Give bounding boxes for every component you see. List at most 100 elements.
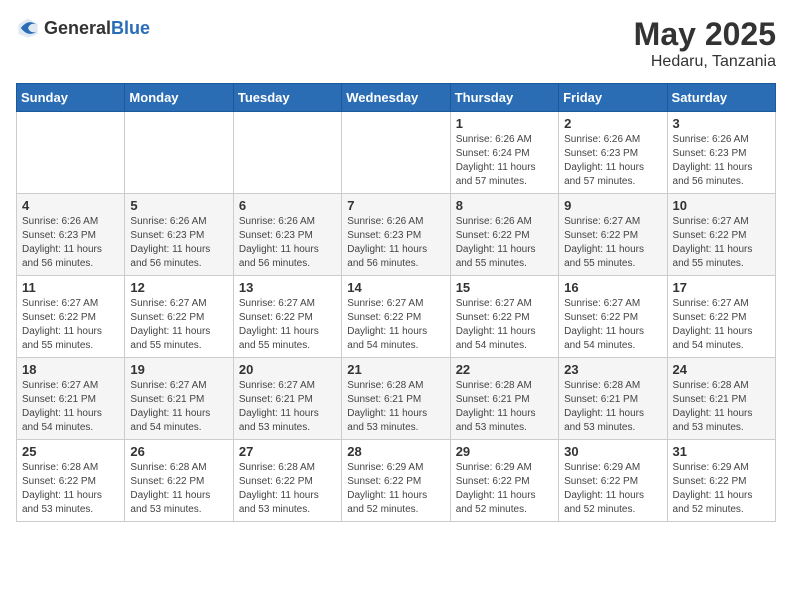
- calendar-cell: 21 Sunrise: 6:28 AM Sunset: 6:21 PM Dayli…: [342, 358, 450, 440]
- day-info: Sunrise: 6:29 AM Sunset: 6:22 PM Dayligh…: [564, 461, 661, 517]
- calendar-cell: 5 Sunrise: 6:26 AM Sunset: 6:23 PM Daylig…: [125, 194, 233, 276]
- calendar-cell: 15 Sunrise: 6:27 AM Sunset: 6:22 PM Dayli…: [450, 276, 558, 358]
- day-info: Sunrise: 6:27 AM Sunset: 6:22 PM Dayligh…: [239, 297, 336, 353]
- day-number: 27: [239, 444, 336, 459]
- day-number: 1: [456, 116, 553, 131]
- day-number: 12: [130, 280, 227, 295]
- day-info: Sunrise: 6:29 AM Sunset: 6:22 PM Dayligh…: [456, 461, 553, 517]
- calendar-cell: 16 Sunrise: 6:27 AM Sunset: 6:22 PM Dayli…: [559, 276, 667, 358]
- day-info: Sunrise: 6:26 AM Sunset: 6:24 PM Dayligh…: [456, 133, 553, 189]
- day-info: Sunrise: 6:27 AM Sunset: 6:22 PM Dayligh…: [456, 297, 553, 353]
- day-number: 6: [239, 198, 336, 213]
- calendar-cell: 19Sunrise: 6:27 AM Sunset: 6:21 PM Dayli…: [125, 358, 233, 440]
- logo-icon: [16, 16, 40, 40]
- day-info: Sunrise: 6:26 AM Sunset: 6:22 PM Dayligh…: [456, 215, 553, 271]
- calendar-cell: 18Sunrise: 6:27 AM Sunset: 6:21 PM Dayli…: [17, 358, 125, 440]
- day-info: Sunrise: 6:29 AM Sunset: 6:22 PM Dayligh…: [673, 461, 770, 517]
- day-info: Sunrise: 6:27 AM Sunset: 6:21 PM Dayligh…: [130, 379, 227, 435]
- calendar-week-5: 25Sunrise: 6:28 AM Sunset: 6:22 PM Dayli…: [17, 440, 776, 522]
- day-number: 13: [239, 280, 336, 295]
- day-number: 26: [130, 444, 227, 459]
- day-info: Sunrise: 6:29 AM Sunset: 6:22 PM Dayligh…: [347, 461, 444, 517]
- day-info: Sunrise: 6:28 AM Sunset: 6:22 PM Dayligh…: [239, 461, 336, 517]
- day-info: Sunrise: 6:27 AM Sunset: 6:22 PM Dayligh…: [564, 297, 661, 353]
- calendar-cell: 29 Sunrise: 6:29 AM Sunset: 6:22 PM Dayli…: [450, 440, 558, 522]
- calendar-cell: 6 Sunrise: 6:26 AM Sunset: 6:23 PM Daylig…: [233, 194, 341, 276]
- calendar-cell: [233, 112, 341, 194]
- day-number: 16: [564, 280, 661, 295]
- calendar-cell: 26Sunrise: 6:28 AM Sunset: 6:22 PM Dayli…: [125, 440, 233, 522]
- day-info: Sunrise: 6:28 AM Sunset: 6:22 PM Dayligh…: [22, 461, 119, 517]
- calendar-cell: 27 Sunrise: 6:28 AM Sunset: 6:22 PM Dayli…: [233, 440, 341, 522]
- day-number: 7: [347, 198, 444, 213]
- day-info: Sunrise: 6:27 AM Sunset: 6:22 PM Dayligh…: [130, 297, 227, 353]
- month-year: May 2025: [634, 16, 776, 53]
- title-block: May 2025 Hedaru, Tanzania: [634, 16, 776, 71]
- calendar-cell: 2 Sunrise: 6:26 AM Sunset: 6:23 PM Daylig…: [559, 112, 667, 194]
- day-number: 17: [673, 280, 770, 295]
- day-number: 22: [456, 362, 553, 377]
- calendar-cell: [342, 112, 450, 194]
- column-header-thursday: Thursday: [450, 84, 558, 112]
- day-info: Sunrise: 6:27 AM Sunset: 6:21 PM Dayligh…: [239, 379, 336, 435]
- day-info: Sunrise: 6:27 AM Sunset: 6:22 PM Dayligh…: [673, 215, 770, 271]
- day-info: Sunrise: 6:27 AM Sunset: 6:21 PM Dayligh…: [22, 379, 119, 435]
- calendar-cell: 24 Sunrise: 6:28 AM Sunset: 6:21 PM Dayli…: [667, 358, 775, 440]
- day-info: Sunrise: 6:26 AM Sunset: 6:23 PM Dayligh…: [347, 215, 444, 271]
- day-number: 4: [22, 198, 119, 213]
- day-number: 21: [347, 362, 444, 377]
- day-info: Sunrise: 6:26 AM Sunset: 6:23 PM Dayligh…: [130, 215, 227, 271]
- column-header-sunday: Sunday: [17, 84, 125, 112]
- calendar-cell: [17, 112, 125, 194]
- day-info: Sunrise: 6:27 AM Sunset: 6:22 PM Dayligh…: [564, 215, 661, 271]
- calendar-table: SundayMondayTuesdayWednesdayThursdayFrid…: [16, 83, 776, 522]
- calendar-week-4: 18Sunrise: 6:27 AM Sunset: 6:21 PM Dayli…: [17, 358, 776, 440]
- calendar-header-row: SundayMondayTuesdayWednesdayThursdayFrid…: [17, 84, 776, 112]
- day-info: Sunrise: 6:28 AM Sunset: 6:21 PM Dayligh…: [673, 379, 770, 435]
- day-number: 5: [130, 198, 227, 213]
- day-number: 20: [239, 362, 336, 377]
- calendar-week-3: 11 Sunrise: 6:27 AM Sunset: 6:22 PM Dayli…: [17, 276, 776, 358]
- calendar-cell: 4 Sunrise: 6:26 AM Sunset: 6:23 PM Daylig…: [17, 194, 125, 276]
- calendar-cell: 1 Sunrise: 6:26 AM Sunset: 6:24 PM Daylig…: [450, 112, 558, 194]
- day-info: Sunrise: 6:26 AM Sunset: 6:23 PM Dayligh…: [239, 215, 336, 271]
- logo-blue: Blue: [111, 18, 150, 39]
- day-number: 29: [456, 444, 553, 459]
- calendar-cell: 25Sunrise: 6:28 AM Sunset: 6:22 PM Dayli…: [17, 440, 125, 522]
- calendar-cell: [125, 112, 233, 194]
- day-number: 31: [673, 444, 770, 459]
- day-number: 15: [456, 280, 553, 295]
- column-header-friday: Friday: [559, 84, 667, 112]
- day-info: Sunrise: 6:27 AM Sunset: 6:22 PM Dayligh…: [347, 297, 444, 353]
- calendar-cell: 28 Sunrise: 6:29 AM Sunset: 6:22 PM Dayli…: [342, 440, 450, 522]
- location: Hedaru, Tanzania: [634, 53, 776, 71]
- calendar-cell: 12 Sunrise: 6:27 AM Sunset: 6:22 PM Dayli…: [125, 276, 233, 358]
- day-info: Sunrise: 6:26 AM Sunset: 6:23 PM Dayligh…: [564, 133, 661, 189]
- day-number: 2: [564, 116, 661, 131]
- day-number: 11: [22, 280, 119, 295]
- day-number: 28: [347, 444, 444, 459]
- day-info: Sunrise: 6:27 AM Sunset: 6:22 PM Dayligh…: [673, 297, 770, 353]
- day-number: 30: [564, 444, 661, 459]
- calendar-cell: 3Sunrise: 6:26 AM Sunset: 6:23 PM Daylig…: [667, 112, 775, 194]
- day-info: Sunrise: 6:27 AM Sunset: 6:22 PM Dayligh…: [22, 297, 119, 353]
- day-info: Sunrise: 6:26 AM Sunset: 6:23 PM Dayligh…: [22, 215, 119, 271]
- day-number: 23: [564, 362, 661, 377]
- calendar-cell: 23Sunrise: 6:28 AM Sunset: 6:21 PM Dayli…: [559, 358, 667, 440]
- day-number: 24: [673, 362, 770, 377]
- column-header-wednesday: Wednesday: [342, 84, 450, 112]
- calendar-cell: 8Sunrise: 6:26 AM Sunset: 6:22 PM Daylig…: [450, 194, 558, 276]
- page-header: GeneralBlue May 2025 Hedaru, Tanzania: [16, 16, 776, 71]
- day-number: 3: [673, 116, 770, 131]
- day-number: 10: [673, 198, 770, 213]
- calendar-cell: 11 Sunrise: 6:27 AM Sunset: 6:22 PM Dayli…: [17, 276, 125, 358]
- logo-general: General: [44, 18, 111, 39]
- calendar-cell: 10 Sunrise: 6:27 AM Sunset: 6:22 PM Dayli…: [667, 194, 775, 276]
- calendar-week-1: 1 Sunrise: 6:26 AM Sunset: 6:24 PM Daylig…: [17, 112, 776, 194]
- calendar-cell: 14Sunrise: 6:27 AM Sunset: 6:22 PM Dayli…: [342, 276, 450, 358]
- day-info: Sunrise: 6:28 AM Sunset: 6:21 PM Dayligh…: [347, 379, 444, 435]
- day-info: Sunrise: 6:28 AM Sunset: 6:21 PM Dayligh…: [456, 379, 553, 435]
- calendar-cell: 31 Sunrise: 6:29 AM Sunset: 6:22 PM Dayli…: [667, 440, 775, 522]
- calendar-cell: 20 Sunrise: 6:27 AM Sunset: 6:21 PM Dayli…: [233, 358, 341, 440]
- calendar-cell: 13 Sunrise: 6:27 AM Sunset: 6:22 PM Dayli…: [233, 276, 341, 358]
